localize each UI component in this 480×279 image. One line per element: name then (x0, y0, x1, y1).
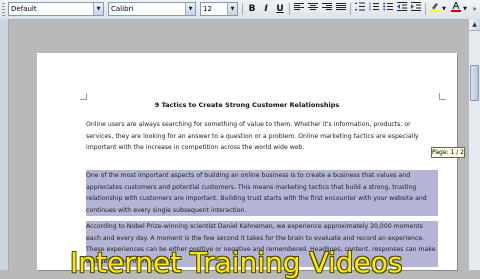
toolbar-options-icon[interactable]: » (470, 2, 479, 16)
justify-button[interactable] (334, 2, 348, 16)
highlighter-icon (430, 3, 440, 12)
toolbar-grip[interactable] (2, 3, 5, 16)
vertical-scrollbar[interactable]: ▲ (468, 19, 480, 270)
watermark-text: Internet Training Videos (70, 246, 403, 279)
crop-mark (439, 93, 446, 100)
crop-mark (80, 93, 87, 100)
document-page[interactable]: 9 Tactics to Create Strong Customer Rela… (37, 53, 457, 270)
style-combo[interactable]: Default ▼ (8, 2, 104, 16)
align-right-button[interactable] (320, 2, 334, 16)
italic-button[interactable]: I (259, 2, 273, 16)
numbering-icon (369, 2, 379, 11)
toolbar-separator (289, 3, 290, 15)
selected-paragraph[interactable]: One of the most important aspects of bui… (86, 170, 438, 216)
numbering-button[interactable] (367, 2, 381, 16)
scroll-up-icon[interactable]: ▲ (469, 19, 480, 31)
align-center-button[interactable] (306, 2, 320, 16)
decrease-indent-button[interactable] (395, 2, 409, 16)
paragraph[interactable]: Online users are always searching for so… (86, 119, 438, 154)
chevron-down-icon[interactable]: ▼ (440, 2, 448, 16)
document-title: 9 Tactics to Create Strong Customer Rela… (154, 101, 340, 109)
toolbar-separator (242, 3, 243, 15)
increase-indent-button[interactable] (409, 2, 423, 16)
font-combo[interactable]: Calibri ▼ (108, 2, 196, 16)
chevron-down-icon[interactable]: ▼ (93, 3, 103, 15)
chevron-down-icon[interactable]: ▼ (461, 2, 469, 16)
font-color-icon (451, 0, 461, 12)
chevron-down-icon[interactable]: ▼ (227, 3, 237, 15)
font-size-combo[interactable]: 12 ▼ (200, 2, 238, 16)
page-tooltip: Page: 1 / 2 (431, 147, 465, 158)
font-value: Calibri (111, 5, 134, 13)
decrease-indent-icon (397, 2, 407, 11)
align-center-icon (308, 3, 318, 10)
increase-indent-icon (411, 2, 421, 11)
bullets-icon (383, 2, 393, 11)
align-left-icon (294, 3, 304, 10)
toolbar-separator (350, 3, 351, 15)
chevron-down-icon[interactable]: ▼ (185, 3, 195, 15)
font-size-value: 12 (203, 5, 212, 13)
bold-button[interactable]: B (245, 2, 259, 16)
line-spacing-button[interactable] (353, 2, 367, 16)
formatting-toolbar: Default ▼ Calibri ▼ 12 ▼ B I U ▼ ▼ » (0, 0, 480, 20)
align-left-button[interactable] (292, 2, 306, 16)
align-right-icon (322, 3, 332, 10)
line-spacing-icon (354, 2, 365, 11)
style-value: Default (11, 5, 37, 13)
bullets-button[interactable] (381, 2, 395, 16)
scrollbar-thumb[interactable] (470, 65, 479, 101)
vertical-ruler (0, 19, 9, 270)
toolbar-separator (425, 3, 426, 15)
underline-button[interactable]: U (273, 2, 287, 16)
justify-icon (336, 3, 346, 10)
